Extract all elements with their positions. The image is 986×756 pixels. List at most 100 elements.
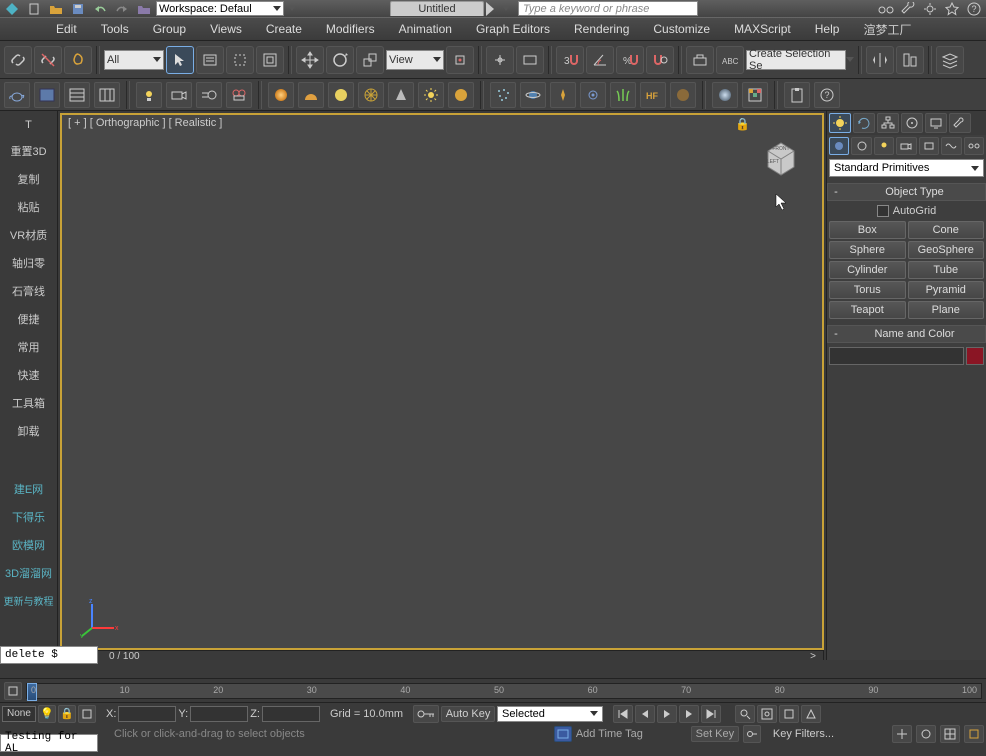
selection-set-dropdown[interactable]: Create Selection Se bbox=[746, 50, 846, 70]
menu-create[interactable]: Create bbox=[254, 18, 314, 40]
abc-button[interactable]: ABC bbox=[716, 46, 744, 74]
object-type-rollout[interactable]: -Object Type bbox=[827, 183, 986, 201]
keyfilters-button[interactable]: Key Filters... bbox=[773, 728, 834, 740]
tab-modify[interactable] bbox=[853, 113, 875, 133]
undo-icon[interactable] bbox=[90, 1, 110, 16]
align-button[interactable] bbox=[896, 46, 924, 74]
prim-torus[interactable]: Torus bbox=[829, 281, 906, 299]
sidebar-item-paste[interactable]: 粘贴 bbox=[18, 199, 40, 215]
category-dropdown[interactable]: Standard Primitives bbox=[829, 159, 984, 177]
select-region-rect-button[interactable] bbox=[226, 46, 254, 74]
subtab-helpers[interactable] bbox=[919, 137, 939, 155]
prim-cone[interactable]: Cone bbox=[908, 221, 985, 239]
noise-icon[interactable] bbox=[670, 82, 696, 108]
object-name-input[interactable] bbox=[829, 347, 964, 365]
select-object-button[interactable] bbox=[166, 46, 194, 74]
timetag-icon[interactable] bbox=[554, 726, 572, 742]
geo-sphere-icon[interactable] bbox=[358, 82, 384, 108]
goto-end-icon[interactable] bbox=[701, 705, 721, 723]
schematic1-icon[interactable] bbox=[64, 82, 90, 108]
open-file-icon[interactable] bbox=[46, 1, 66, 16]
play-icon[interactable] bbox=[657, 705, 677, 723]
sidebar-item-toolbox[interactable]: 工具箱 bbox=[12, 395, 45, 411]
light-icon[interactable] bbox=[136, 82, 162, 108]
addtimetag-label[interactable]: Add Time Tag bbox=[576, 728, 643, 740]
new-file-icon[interactable] bbox=[24, 1, 44, 16]
grass-icon[interactable] bbox=[610, 82, 636, 108]
prim-tube[interactable]: Tube bbox=[908, 261, 985, 279]
material-sphere-icon[interactable] bbox=[712, 82, 738, 108]
none-dropdown[interactable]: None bbox=[2, 706, 36, 722]
film-icon[interactable] bbox=[226, 82, 252, 108]
orange-sphere-icon[interactable] bbox=[268, 82, 294, 108]
prim-box[interactable]: Box bbox=[829, 221, 906, 239]
dropdown-icon[interactable] bbox=[502, 6, 510, 11]
mirror-button[interactable] bbox=[866, 46, 894, 74]
prev-frame-icon[interactable] bbox=[635, 705, 655, 723]
prim-geosphere[interactable]: GeoSphere bbox=[908, 241, 985, 259]
prim-teapot[interactable]: Teapot bbox=[829, 301, 906, 319]
tab-display[interactable] bbox=[925, 113, 947, 133]
particles-icon[interactable] bbox=[490, 82, 516, 108]
zoom-all-icon[interactable] bbox=[757, 705, 777, 723]
hf-icon[interactable]: HF bbox=[640, 82, 666, 108]
select-by-name-button[interactable] bbox=[196, 46, 224, 74]
wrench-icon[interactable] bbox=[898, 1, 918, 16]
timeline-config-icon[interactable] bbox=[4, 682, 22, 700]
menu-tools[interactable]: Tools bbox=[89, 18, 141, 40]
menu-edit[interactable]: Edit bbox=[44, 18, 89, 40]
favorite-icon[interactable] bbox=[942, 1, 962, 16]
viewport[interactable]: [ + ] [ Orthographic ] [ Realistic ] 🔒 F… bbox=[60, 113, 824, 650]
bind-icon[interactable] bbox=[64, 46, 92, 74]
project-icon[interactable] bbox=[134, 1, 154, 16]
named-selection-button[interactable] bbox=[686, 46, 714, 74]
sidebar-item-fast[interactable]: 快速 bbox=[18, 367, 40, 383]
listener-line1[interactable]: delete $ bbox=[0, 646, 98, 664]
cone-icon[interactable] bbox=[388, 82, 414, 108]
pivot-button[interactable] bbox=[446, 46, 474, 74]
autogrid-checkbox[interactable] bbox=[877, 205, 889, 217]
workspace-selector[interactable]: Workspace: Defaul bbox=[156, 1, 284, 16]
unlink-icon[interactable] bbox=[34, 46, 62, 74]
menu-modifiers[interactable]: Modifiers bbox=[314, 18, 387, 40]
z-input[interactable] bbox=[262, 706, 320, 722]
prim-plane[interactable]: Plane bbox=[908, 301, 985, 319]
schematic2-icon[interactable] bbox=[94, 82, 120, 108]
redo-icon[interactable] bbox=[112, 1, 132, 16]
menu-views[interactable]: Views bbox=[198, 18, 254, 40]
save-icon[interactable] bbox=[68, 1, 88, 16]
zoom-icon[interactable] bbox=[735, 705, 755, 723]
sidebar-item-common[interactable]: 常用 bbox=[18, 339, 40, 355]
goto-start-icon[interactable] bbox=[613, 705, 633, 723]
prim-cylinder[interactable]: Cylinder bbox=[829, 261, 906, 279]
viewport-label[interactable]: [ + ] [ Orthographic ] [ Realistic ] bbox=[68, 117, 222, 129]
menu-rendering[interactable]: Rendering bbox=[562, 18, 641, 40]
planet-icon[interactable] bbox=[520, 82, 546, 108]
search-input[interactable]: Type a keyword or phrase bbox=[518, 1, 698, 16]
zoom-extents-icon[interactable] bbox=[779, 705, 799, 723]
percent-snap-button[interactable]: % bbox=[616, 46, 644, 74]
sidebar-link-update[interactable]: 更新与教程 bbox=[4, 593, 54, 608]
help-icon[interactable]: ? bbox=[964, 1, 984, 16]
name-color-rollout[interactable]: -Name and Color bbox=[827, 325, 986, 343]
spinner-snap-button[interactable] bbox=[646, 46, 674, 74]
sidebar-item-pivot0[interactable]: 轴归零 bbox=[12, 255, 45, 271]
layer-manager-button[interactable] bbox=[936, 46, 964, 74]
subtab-lights[interactable] bbox=[874, 137, 894, 155]
rotate-button[interactable] bbox=[326, 46, 354, 74]
yellow-sphere-icon[interactable] bbox=[328, 82, 354, 108]
pan-icon[interactable] bbox=[892, 725, 912, 743]
prim-pyramid[interactable]: Pyramid bbox=[908, 281, 985, 299]
dropdown-icon[interactable] bbox=[846, 57, 854, 62]
script-listener-icon[interactable]: 💡 bbox=[38, 705, 56, 723]
link-icon[interactable] bbox=[4, 46, 32, 74]
autokey-button[interactable]: Auto Key bbox=[441, 706, 495, 722]
subtab-shapes[interactable] bbox=[851, 137, 871, 155]
tab-utilities[interactable] bbox=[949, 113, 971, 133]
teapot-icon[interactable] bbox=[4, 82, 30, 108]
binoculars-icon[interactable] bbox=[876, 1, 896, 16]
viewcube[interactable]: FRONT LEFT bbox=[758, 133, 804, 179]
color-swatch[interactable] bbox=[966, 347, 984, 365]
gear2-icon[interactable] bbox=[580, 82, 606, 108]
select-window-button[interactable] bbox=[256, 46, 284, 74]
